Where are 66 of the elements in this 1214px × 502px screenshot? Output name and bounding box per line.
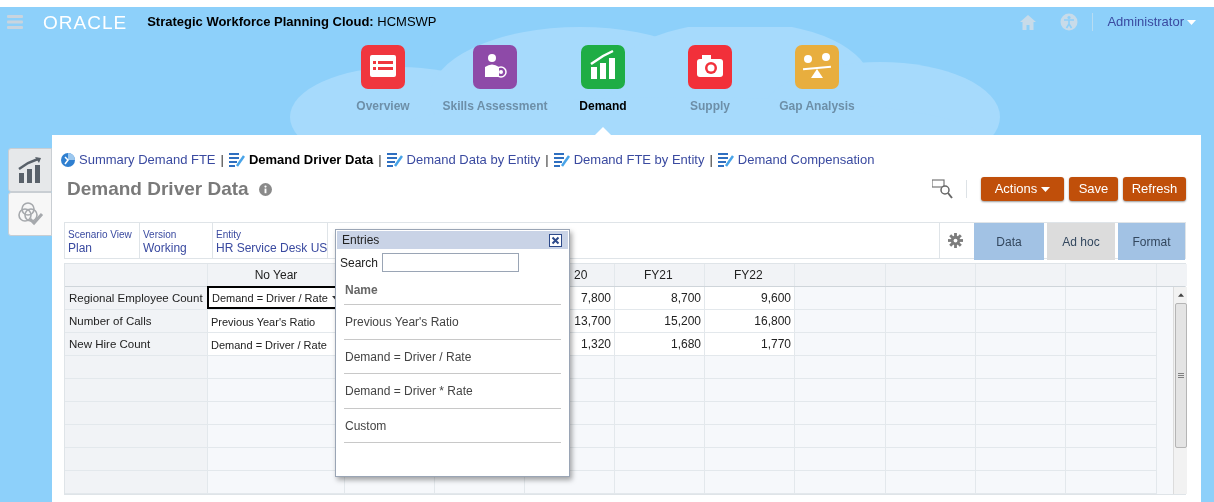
scrollbar[interactable] [1173,287,1187,494]
search-field[interactable] [382,253,520,272]
grip-icon [1177,373,1184,378]
view-tab[interactable]: Format [1118,223,1185,260]
table-cell: 1,770 [705,333,795,355]
table-cell: 9,600 [705,287,795,309]
list-item[interactable]: Demand = Driver / Rate [344,339,561,374]
toolbar-button[interactable]: Save [1069,177,1118,201]
app-title: Strategic Workforce Planning Cloud: HCMSWP [147,13,437,32]
column-header: Name [344,281,561,305]
caret-icon [1187,19,1196,25]
rings-check-icon [16,200,44,228]
breadcrumb-link[interactable]: Demand Data by Entity [386,150,541,170]
info-icon[interactable] [258,182,272,196]
column-header: FY21 [615,264,705,286]
scale-icon[interactable] [795,45,839,89]
separator: | [378,151,382,170]
list-item[interactable]: Demand = Driver * Rate [344,374,561,409]
page-title: Demand Driver Data [67,176,249,201]
pov-value[interactable]: Working [143,241,212,256]
side-tab[interactable] [8,192,52,236]
form-edit-icon [386,152,403,168]
bar-chart-icon[interactable] [581,45,625,89]
nav-tab[interactable]: Demand [579,97,627,115]
camera-icon[interactable] [688,45,732,89]
breadcrumb-link[interactable]: Demand FTE by Entity [553,150,705,170]
column-header: FY22 [705,264,795,286]
side-tab[interactable] [8,148,52,192]
table-cell: 16,800 [705,310,795,332]
form-edit-icon [228,152,245,168]
separator: | [220,151,224,170]
user-menu[interactable]: Administrator [1107,12,1196,32]
row-header: New Hire Count [65,333,208,355]
settings-icon[interactable] [948,233,963,248]
toolbar-button[interactable]: Refresh [1123,177,1186,201]
pie-chart-icon [61,153,75,167]
separator: | [709,151,713,170]
list-item[interactable]: Previous Year's Ratio [344,305,561,340]
view-tab[interactable]: Data [974,223,1044,260]
table-cell: 8,700 [615,287,705,309]
pov-label: Entity [216,229,242,241]
scroll-up-icon[interactable] [1177,293,1184,297]
table-cell: 15,200 [615,310,705,332]
table-cell: 1,680 [615,333,705,355]
pov-value[interactable]: HR Service Desk US [216,241,327,256]
separator: | [545,151,549,170]
pov-label: Scenario View [68,229,133,241]
breadcrumb-link[interactable]: Demand Compensation [717,150,875,170]
popup-title: Entries [342,232,380,249]
form-edit-icon [717,152,734,168]
toolbar-button[interactable]: Actions [981,177,1064,201]
search-icon[interactable] [932,179,954,199]
list-icon[interactable] [361,45,405,89]
person-icon[interactable] [473,45,517,89]
bar-chart-icon [16,156,44,184]
row-header: Number of Calls [65,310,208,332]
list-item[interactable]: Custom [344,408,561,443]
close-icon[interactable] [549,233,562,247]
pov-value[interactable]: Plan [68,241,139,256]
breadcrumb-link[interactable]: Demand Driver Data [228,150,374,170]
scrollbar-thumb[interactable] [1174,303,1187,448]
oracle-logo: ORACLE [43,12,128,32]
form-edit-icon [553,152,570,168]
breadcrumb-link[interactable]: Summary Demand FTE [61,150,216,170]
row-header: Regional Employee Count [65,287,208,309]
pov-label: Version [143,229,178,241]
